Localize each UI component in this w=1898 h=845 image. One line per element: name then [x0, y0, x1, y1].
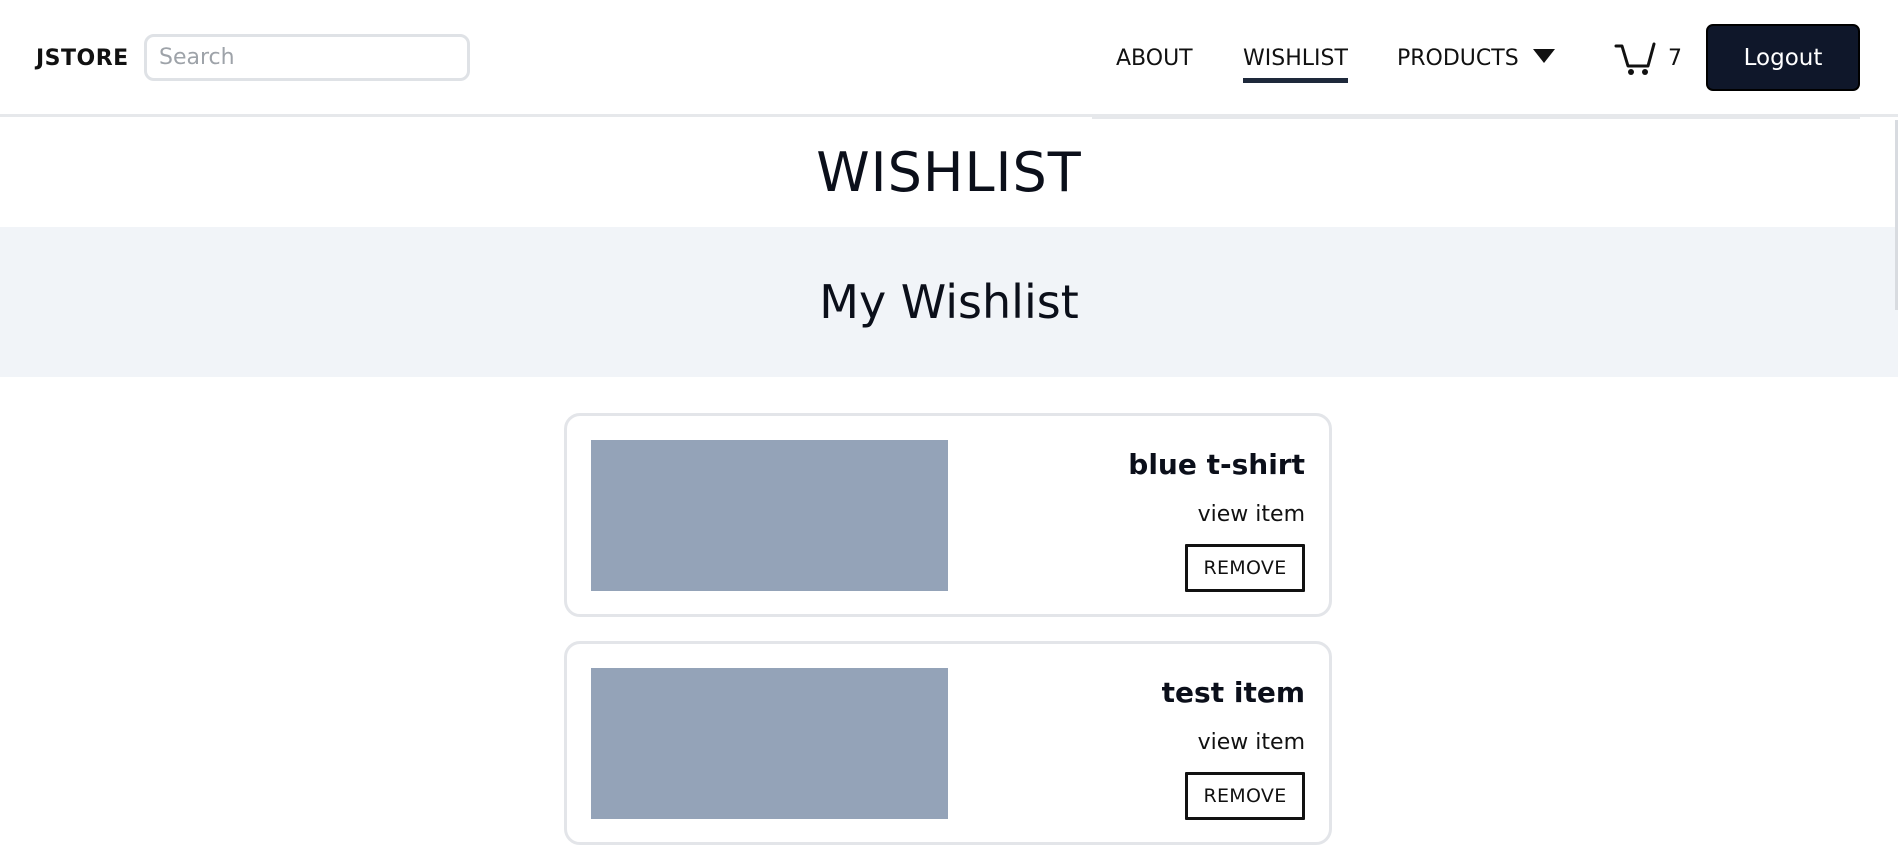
- nav-divider: [1092, 117, 1860, 119]
- product-image-placeholder: [591, 440, 948, 591]
- remove-button[interactable]: REMOVE: [1185, 544, 1305, 592]
- cart-count-badge: 7: [1668, 46, 1682, 71]
- cart-icon[interactable]: [1614, 40, 1658, 76]
- nav-link-about[interactable]: ABOUT: [1116, 44, 1193, 74]
- nav-link-wishlist[interactable]: WISHLIST: [1243, 44, 1348, 83]
- cart-icon-svg: [1614, 42, 1656, 75]
- wishlist-hero-banner: My Wishlist: [0, 227, 1898, 377]
- page-title: WISHLIST: [816, 141, 1082, 204]
- nav-link-products[interactable]: PRODUCTS: [1397, 44, 1555, 74]
- search-input[interactable]: [144, 34, 470, 81]
- nav-link-products-label: PRODUCTS: [1397, 46, 1519, 71]
- logout-button[interactable]: Logout: [1706, 24, 1860, 91]
- remove-button[interactable]: REMOVE: [1185, 772, 1305, 820]
- product-name: test item: [1161, 676, 1305, 709]
- product-name: blue t-shirt: [1128, 448, 1305, 481]
- hero-title: My Wishlist: [819, 275, 1079, 329]
- wishlist-card: blue t-shirt view item REMOVE: [564, 413, 1332, 617]
- view-item-link[interactable]: view item: [1198, 500, 1305, 530]
- chevron-down-icon[interactable]: [1532, 49, 1555, 63]
- product-image-placeholder: [591, 668, 948, 819]
- brand-logo[interactable]: JSTORE: [36, 44, 129, 74]
- wishlist-card: test item view item REMOVE: [564, 641, 1332, 845]
- view-item-link[interactable]: view item: [1198, 728, 1305, 758]
- top-navbar: JSTORE ABOUT WISHLIST PRODUCTS 7 Logout: [0, 0, 1898, 117]
